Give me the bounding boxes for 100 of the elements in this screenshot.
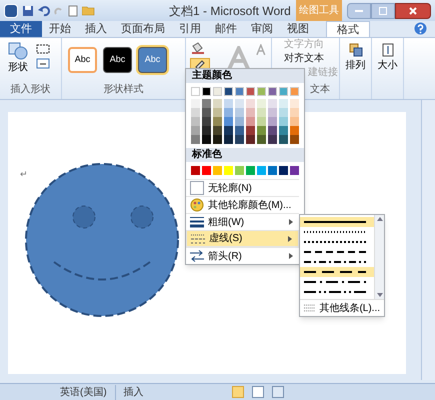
color-swatch[interactable] bbox=[224, 87, 233, 96]
color-swatch[interactable] bbox=[213, 99, 222, 108]
color-swatch[interactable] bbox=[235, 108, 244, 117]
dash-style-option[interactable] bbox=[300, 217, 374, 227]
color-swatch[interactable] bbox=[290, 87, 299, 96]
ribbon-tab[interactable]: 邮件 bbox=[208, 21, 244, 37]
ribbon-tab[interactable]: 引用 bbox=[172, 21, 208, 37]
color-swatch[interactable] bbox=[268, 99, 277, 108]
submenu-scrollbar[interactable] bbox=[374, 215, 384, 299]
color-swatch[interactable] bbox=[268, 87, 277, 96]
folder-icon[interactable] bbox=[82, 5, 95, 16]
ribbon-tab[interactable]: 插入 bbox=[78, 21, 114, 37]
menu-item[interactable]: 其他线条(L)... bbox=[300, 299, 384, 316]
shapes-button[interactable]: 形状 bbox=[4, 42, 32, 82]
color-swatch[interactable] bbox=[235, 135, 244, 144]
color-swatch[interactable] bbox=[224, 135, 233, 144]
color-swatch[interactable] bbox=[191, 99, 200, 108]
color-swatch[interactable] bbox=[257, 99, 266, 108]
color-swatch[interactable] bbox=[224, 108, 233, 117]
color-swatch[interactable] bbox=[213, 166, 222, 175]
color-swatch[interactable] bbox=[191, 87, 200, 96]
menu-item[interactable]: 箭头(R) bbox=[186, 247, 299, 264]
color-swatch[interactable] bbox=[290, 126, 299, 135]
menu-item[interactable]: 其他轮廓颜色(M)... bbox=[186, 196, 299, 213]
web-layout-icon[interactable] bbox=[272, 386, 284, 398]
color-swatch[interactable] bbox=[191, 126, 200, 135]
vertical-scrollbar[interactable] bbox=[421, 100, 435, 380]
color-swatch[interactable] bbox=[246, 87, 255, 96]
color-swatch[interactable] bbox=[279, 108, 288, 117]
color-swatch[interactable] bbox=[279, 126, 288, 135]
menu-item[interactable]: 无轮廓(N) bbox=[186, 179, 299, 196]
color-swatch[interactable] bbox=[191, 166, 200, 175]
print-layout-icon[interactable] bbox=[232, 386, 244, 398]
color-swatch[interactable] bbox=[224, 126, 233, 135]
maximize-button[interactable] bbox=[371, 2, 395, 18]
dash-style-option[interactable] bbox=[300, 267, 374, 277]
color-swatch[interactable] bbox=[246, 99, 255, 108]
arrange-button[interactable]: 排列 bbox=[346, 42, 366, 73]
color-swatch[interactable] bbox=[290, 117, 299, 126]
color-swatch[interactable] bbox=[257, 117, 266, 126]
help-icon[interactable] bbox=[414, 22, 427, 35]
text-box-icon[interactable] bbox=[36, 58, 50, 69]
color-swatch[interactable] bbox=[191, 108, 200, 117]
shape-style-swatch[interactable]: Abc bbox=[103, 47, 132, 73]
color-swatch[interactable] bbox=[268, 117, 277, 126]
save-icon[interactable] bbox=[22, 4, 34, 16]
color-swatch[interactable] bbox=[268, 108, 277, 117]
color-swatch[interactable] bbox=[257, 135, 266, 144]
color-swatch[interactable] bbox=[213, 126, 222, 135]
shape-style-swatch[interactable]: Abc bbox=[138, 47, 167, 73]
menu-item[interactable]: 虚线(S) bbox=[186, 230, 299, 247]
color-swatch[interactable] bbox=[257, 166, 266, 175]
color-swatch[interactable] bbox=[235, 166, 244, 175]
scroll-up-icon[interactable] bbox=[376, 217, 382, 221]
color-swatch[interactable] bbox=[268, 135, 277, 144]
insert-mode-status[interactable]: 插入 bbox=[114, 384, 144, 400]
color-swatch[interactable] bbox=[235, 117, 244, 126]
color-swatch[interactable] bbox=[290, 108, 299, 117]
color-swatch[interactable] bbox=[246, 126, 255, 135]
size-button[interactable]: 大小 bbox=[378, 42, 398, 73]
color-swatch[interactable] bbox=[235, 99, 244, 108]
ribbon-tab[interactable]: 页面布局 bbox=[114, 21, 172, 37]
color-swatch[interactable] bbox=[224, 117, 233, 126]
color-swatch[interactable] bbox=[279, 99, 288, 108]
color-swatch[interactable] bbox=[224, 99, 233, 108]
color-swatch[interactable] bbox=[279, 117, 288, 126]
text-group-button[interactable]: 对齐文本 bbox=[284, 52, 324, 66]
color-swatch[interactable] bbox=[257, 87, 266, 96]
color-swatch[interactable] bbox=[213, 108, 222, 117]
color-swatch[interactable] bbox=[257, 126, 266, 135]
scroll-down-icon[interactable] bbox=[376, 293, 382, 297]
color-swatch[interactable] bbox=[202, 87, 211, 96]
ribbon-tab[interactable]: 开始 bbox=[42, 21, 78, 37]
color-swatch[interactable] bbox=[279, 87, 288, 96]
file-tab[interactable]: 文件 bbox=[0, 21, 42, 37]
color-swatch[interactable] bbox=[213, 135, 222, 144]
color-swatch[interactable] bbox=[279, 135, 288, 144]
color-swatch[interactable] bbox=[246, 117, 255, 126]
color-swatch[interactable] bbox=[268, 166, 277, 175]
color-swatch[interactable] bbox=[257, 108, 266, 117]
minimize-button[interactable] bbox=[347, 2, 371, 18]
color-swatch[interactable] bbox=[213, 87, 222, 96]
color-swatch[interactable] bbox=[224, 166, 233, 175]
color-swatch[interactable] bbox=[191, 117, 200, 126]
color-swatch[interactable] bbox=[246, 166, 255, 175]
undo-icon[interactable] bbox=[38, 4, 50, 16]
ribbon-tab[interactable]: 格式 bbox=[326, 21, 370, 37]
language-status[interactable]: 英语(美国) bbox=[60, 384, 107, 400]
color-swatch[interactable] bbox=[246, 135, 255, 144]
reading-layout-icon[interactable] bbox=[252, 386, 264, 398]
color-swatch[interactable] bbox=[202, 99, 211, 108]
color-swatch[interactable] bbox=[202, 135, 211, 144]
color-swatch[interactable] bbox=[246, 108, 255, 117]
color-swatch[interactable] bbox=[268, 126, 277, 135]
color-swatch[interactable] bbox=[235, 126, 244, 135]
color-swatch[interactable] bbox=[202, 117, 211, 126]
color-swatch[interactable] bbox=[213, 117, 222, 126]
ribbon-tab[interactable]: 视图 bbox=[280, 21, 316, 37]
color-swatch[interactable] bbox=[279, 166, 288, 175]
color-swatch[interactable] bbox=[290, 99, 299, 108]
